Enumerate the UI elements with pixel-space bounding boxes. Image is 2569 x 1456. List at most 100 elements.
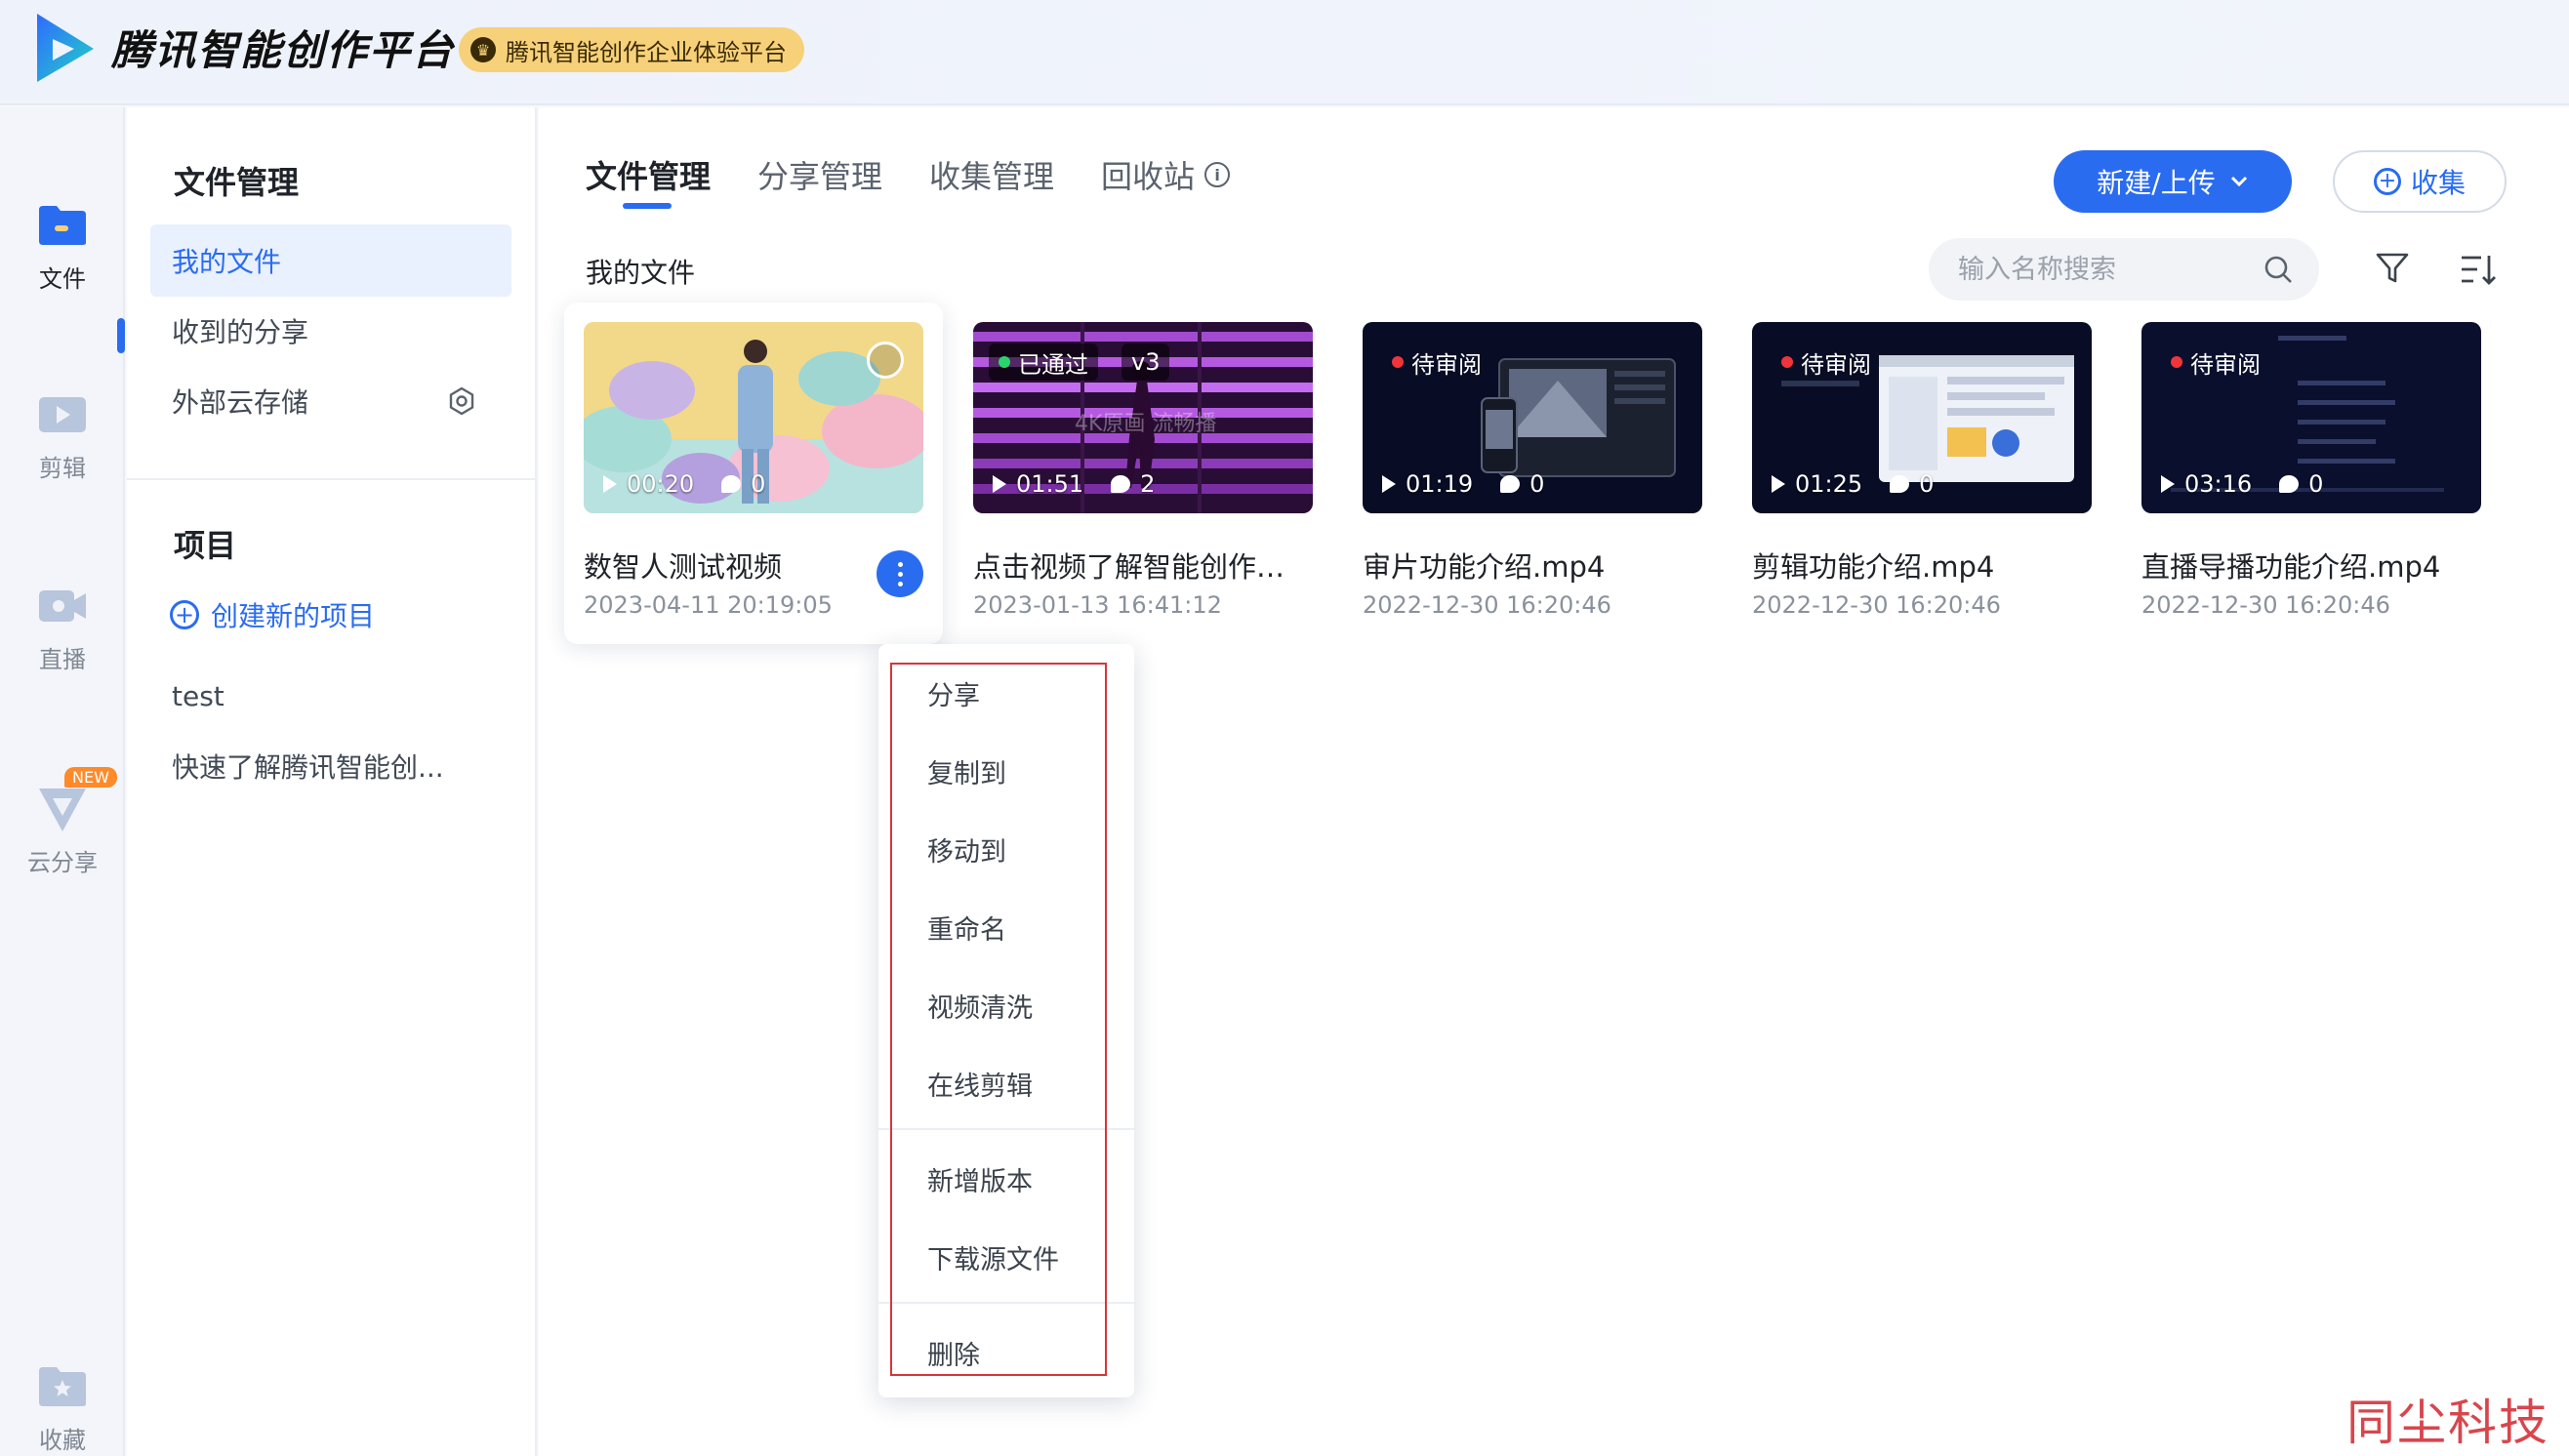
icon-rail: 文件 剪辑 直播 NEW 云分享 收藏 (0, 107, 125, 1456)
menu-divider (878, 1128, 1134, 1130)
new-upload-button[interactable]: 新建/上传 (2054, 150, 2292, 213)
star-folder-icon (35, 1362, 90, 1411)
nav-item-external-storage[interactable]: 外部云存储 (150, 365, 511, 437)
comment-icon (721, 475, 742, 493)
status-label: 待审阅 (2190, 350, 2261, 379)
play-icon (1772, 475, 1785, 493)
card-date: 2022-12-30 16:20:46 (2141, 591, 2390, 619)
camera-icon (35, 582, 90, 630)
cloud-share-icon (35, 787, 90, 833)
menu-item-online-edit[interactable]: 在线剪辑 (878, 1048, 1134, 1118)
app-title: 腾讯智能创作平台 (111, 26, 456, 74)
video-edit-icon (35, 390, 90, 439)
nav-item-received-shares[interactable]: 收到的分享 (150, 295, 511, 367)
nav-item-label: 收到的分享 (172, 316, 309, 348)
project-item-quick-start[interactable]: 快速了解腾讯智能创... (150, 730, 511, 802)
file-management-heading: 文件管理 (174, 164, 300, 201)
duration: 01:25 (1795, 470, 1863, 498)
select-checkbox[interactable] (867, 342, 904, 379)
status-label: 已通过 (1018, 350, 1088, 379)
breadcrumb: 我的文件 (586, 257, 696, 289)
info-icon[interactable]: i (1204, 162, 1231, 187)
create-project-button[interactable]: + 创建新的项目 (170, 595, 375, 634)
video-thumbnail[interactable]: 待审阅 03:16 0 (2141, 322, 2481, 513)
file-card[interactable]: 待审阅 01:19 0 审片功能介绍.mp4 2022-12-30 16:20:… (1343, 303, 1722, 644)
play-icon (993, 475, 1006, 493)
new-upload-label: 新建/上传 (2097, 167, 2216, 199)
tab-recycle-bin[interactable]: 回收站 i (1101, 152, 1231, 197)
tab-collect-management[interactable]: 收集管理 (929, 152, 1054, 197)
tab-bar: 文件管理 分享管理 收集管理 回收站 i (586, 152, 1231, 209)
duration: 03:16 (2184, 470, 2253, 498)
file-card[interactable]: 待审阅 01:25 0 剪辑功能介绍.mp4 2022-12-30 16:20:… (1733, 303, 2111, 644)
thumbnail-meta: 01:25 0 (1772, 470, 1934, 498)
crown-icon: ♛ (470, 37, 496, 62)
status-label: 待审阅 (1411, 350, 1482, 379)
project-item-test[interactable]: test (150, 660, 511, 732)
comment-count: 0 (751, 470, 766, 498)
menu-item-video-clean[interactable]: 视频清洗 (878, 970, 1134, 1040)
plan-badge-label: 腾讯智能创作企业体验平台 (506, 38, 787, 66)
context-menu: 分享 复制到 移动到 重命名 视频清洗 在线剪辑 新增版本 下载源文件 删除 (878, 644, 1134, 1397)
logo-icon (37, 14, 94, 82)
search-icon[interactable] (2263, 254, 2294, 285)
tab-file-management[interactable]: 文件管理 (586, 152, 712, 209)
rail-item-files[interactable]: 文件 (0, 201, 125, 308)
collect-button[interactable]: + 收集 (2333, 150, 2507, 213)
watermark: 同尘科技 (2346, 1395, 2549, 1451)
card-title[interactable]: 剪辑功能介绍.mp4 (1752, 545, 2084, 586)
video-thumbnail[interactable]: 待审阅 01:19 0 (1363, 322, 1702, 513)
version-badge: v3 (1121, 344, 1170, 381)
tab-share-management[interactable]: 分享管理 (757, 152, 882, 197)
chevron-down-icon (2230, 176, 2247, 187)
plan-badge[interactable]: ♛ 腾讯智能创作企业体验平台 (459, 27, 804, 72)
search-input[interactable] (1929, 238, 2319, 301)
menu-item-share[interactable]: 分享 (878, 658, 1134, 728)
folder-icon (35, 201, 90, 250)
comment-count: 0 (1529, 470, 1545, 498)
card-date: 2023-04-11 20:19:05 (584, 591, 833, 619)
settings-icon[interactable] (447, 386, 476, 416)
tab-label: 文件管理 (586, 158, 712, 195)
video-thumbnail[interactable]: 00:20 0 (584, 322, 923, 513)
comment-icon (1500, 475, 1521, 493)
new-tag: NEW (64, 767, 117, 788)
rail-item-label: 直播 (39, 646, 86, 673)
video-thumbnail[interactable]: 已通过 v3 4K原画 流畅播 01:51 2 (973, 322, 1313, 513)
card-title[interactable]: 审片功能介绍.mp4 (1363, 545, 1694, 586)
comment-icon (2279, 475, 2300, 493)
rail-item-favorites[interactable]: 收藏 (0, 1362, 125, 1456)
video-thumbnail[interactable]: 待审阅 01:25 0 (1752, 322, 2092, 513)
nav-item-label: 我的文件 (172, 246, 282, 278)
sort-icon[interactable] (2458, 250, 2497, 289)
more-options-button[interactable] (877, 550, 923, 597)
menu-item-move-to[interactable]: 移动到 (878, 814, 1134, 884)
file-card[interactable]: 待审阅 03:16 0 直播导播功能介绍.mp4 2022-12-30 16:2… (2122, 303, 2501, 644)
menu-item-download-source[interactable]: 下载源文件 (878, 1222, 1134, 1292)
rail-item-label: 收藏 (39, 1427, 86, 1454)
card-title[interactable]: 直播导播功能介绍.mp4 (2141, 545, 2473, 586)
tab-label: 收集管理 (929, 158, 1055, 195)
create-project-label: 创建新的项目 (211, 600, 376, 632)
rail-item-live[interactable]: 直播 (0, 582, 125, 689)
rail-item-edit[interactable]: 剪辑 (0, 390, 125, 498)
comment-count: 2 (1140, 470, 1156, 498)
tab-label: 回收站 (1101, 158, 1196, 195)
card-title[interactable]: 数智人测试视频 (584, 545, 916, 586)
pending-dot (1781, 356, 1793, 368)
menu-item-rename[interactable]: 重命名 (878, 892, 1134, 962)
file-card[interactable]: 00:20 0 数智人测试视频 2023-04-11 20:19:05 (564, 303, 943, 644)
rail-item-label: 文件 (39, 265, 86, 293)
menu-item-delete[interactable]: 删除 (878, 1317, 1134, 1388)
filter-icon[interactable] (2374, 250, 2411, 287)
menu-item-copy-to[interactable]: 复制到 (878, 736, 1134, 806)
nav-item-my-files[interactable]: 我的文件 (150, 224, 511, 297)
rail-item-cloud-share[interactable]: NEW 云分享 (0, 767, 125, 876)
play-icon (1382, 475, 1396, 493)
file-card[interactable]: 已通过 v3 4K原画 流畅播 01:51 2 点击视频了解智能创作平台.mp4… (954, 303, 1332, 644)
menu-divider (878, 1302, 1134, 1304)
menu-item-new-version[interactable]: 新增版本 (878, 1144, 1134, 1214)
card-title[interactable]: 点击视频了解智能创作平台.mp4 (973, 545, 1305, 586)
play-icon (603, 475, 617, 493)
comment-count: 0 (2308, 470, 2324, 498)
